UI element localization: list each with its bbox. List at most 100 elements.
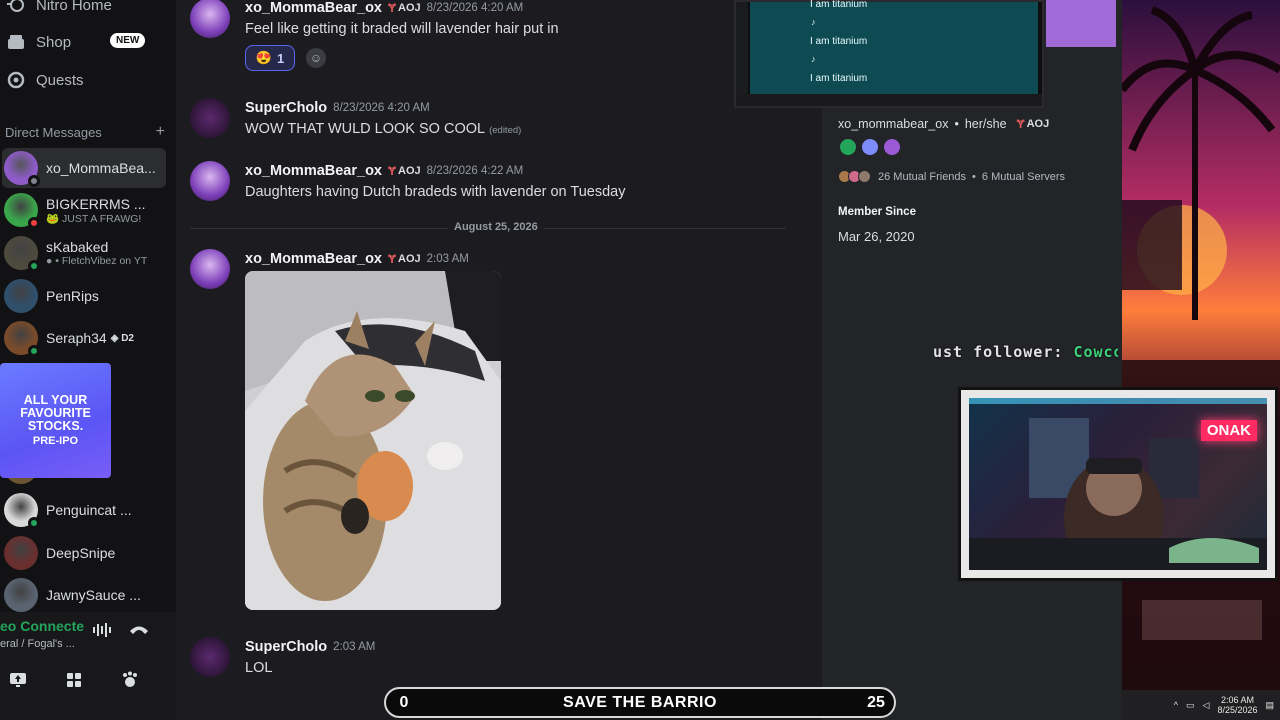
cat-photo: [245, 271, 501, 610]
nav-nitro-home[interactable]: Nitro Home: [0, 0, 170, 20]
status-indicator: [28, 345, 40, 357]
dm-name: sKabaked: [46, 239, 109, 255]
reaction-heart-eyes[interactable]: 😍 1: [245, 45, 295, 71]
dm-item[interactable]: JawnySauce ...: [2, 575, 166, 615]
chevron-up-icon[interactable]: ^: [1174, 700, 1178, 710]
windows-taskbar: ^ ▭ ◁ 2:06 AM 8/25/2026 ▤: [1122, 690, 1280, 720]
lyrics-screen-overlay: I am titanium ♪ I am titanium ♪ I am tit…: [734, 0, 1044, 108]
dm-sidebar: Nitro Home Shop NEW Quests Direct Messag…: [0, 0, 176, 720]
tag-icon: Ɏ: [388, 1, 397, 15]
shop-icon: [6, 32, 26, 52]
lyric-line: I am titanium: [810, 0, 868, 10]
message-header: xo_MommaBear_ox Ɏ AOJ 8/23/2026 4:20 AM: [245, 0, 523, 16]
network-icon[interactable]: ▭: [1186, 700, 1195, 711]
taskbar-clock[interactable]: 2:06 AM 8/25/2026: [1217, 695, 1257, 715]
ad-text: PRE-IPO: [32, 435, 79, 447]
avatar: [4, 493, 40, 529]
webcam-feed: ONAK: [969, 398, 1267, 578]
server-tag[interactable]: Ɏ AOJ: [388, 252, 421, 266]
member-since-date: Mar 26, 2020: [838, 229, 915, 244]
hashtag-badge-icon[interactable]: [840, 139, 856, 155]
avatar[interactable]: [190, 0, 230, 38]
avatar[interactable]: [190, 249, 230, 289]
add-dm-icon[interactable]: +: [156, 124, 165, 140]
author-name[interactable]: xo_MommaBear_ox: [245, 251, 382, 267]
left-score: 0: [399, 693, 409, 711]
notification-icon[interactable]: ▤: [1265, 700, 1274, 711]
lyrics-panel: I am titanium ♪ I am titanium ♪ I am tit…: [750, 0, 1038, 94]
server-tag[interactable]: Ɏ AOJ: [1017, 117, 1050, 131]
nav-shop[interactable]: Shop NEW: [0, 27, 170, 57]
message-header: SuperCholo 2:03 AM: [245, 639, 375, 655]
disconnect-icon[interactable]: [128, 622, 150, 641]
dm-text: sKabaked ● • FletchVibez on YT: [46, 239, 147, 267]
author-name[interactable]: SuperCholo: [245, 100, 327, 116]
palm-sunset-image: [1122, 6, 1280, 690]
dm-header-label: Direct Messages: [5, 125, 102, 140]
nav-label: Quests: [36, 71, 84, 89]
dm-item[interactable]: Seraph34 ◈ D2: [2, 318, 166, 358]
message-text: Daughters having Dutch bradeds with lave…: [245, 184, 626, 200]
heart-eyes-emoji-icon: 😍: [255, 50, 272, 65]
nitro-badge-icon[interactable]: [862, 139, 878, 155]
tag-label: AOJ: [1026, 118, 1050, 130]
nav-quests[interactable]: Quests: [0, 65, 170, 95]
tag-icon: Ɏ: [388, 164, 397, 178]
screen-share-button[interactable]: [0, 664, 36, 696]
screen: Nitro Home Shop NEW Quests Direct Messag…: [0, 0, 1280, 720]
mini-sidebar: [736, 2, 748, 94]
voice-waveform-icon[interactable]: [92, 622, 114, 643]
author-name[interactable]: xo_MommaBear_ox: [245, 0, 382, 16]
mutuals-row[interactable]: 26 Mutual Friends • 6 Mutual Servers: [838, 170, 1065, 183]
dm-item[interactable]: BIGKERRMS ... 🐸 JUST A FRAWG!: [2, 190, 166, 230]
activities-button[interactable]: [56, 664, 92, 696]
timestamp: 2:03 AM: [426, 253, 469, 265]
voice-panel: eo Connecte eral / Fogal's ...: [0, 612, 176, 720]
tag-label: AOJ: [398, 2, 421, 14]
add-reaction-icon[interactable]: ☺: [306, 48, 326, 68]
timestamp: 8/23/2026 4:20 AM: [333, 102, 430, 114]
ad-text: STOCKS.: [27, 419, 84, 433]
avatar: [4, 236, 40, 272]
volume-icon[interactable]: ◁: [1203, 700, 1210, 711]
dm-item[interactable]: xo_MommaBea...: [2, 148, 166, 188]
image-attachment[interactable]: [245, 271, 501, 610]
author-name[interactable]: SuperCholo: [245, 639, 327, 655]
dm-item[interactable]: Penguincat ...: [2, 490, 166, 530]
boost-badge-icon[interactable]: [884, 139, 900, 155]
dm-status-text: 🐸 JUST A FRAWG!: [46, 212, 142, 225]
follower-name: CowcoVake: [1073, 343, 1118, 361]
dm-name: xo_MommaBea...: [46, 160, 156, 176]
mutual-friends[interactable]: 26 Mutual Friends: [878, 171, 966, 183]
avatar[interactable]: [190, 637, 230, 677]
status-indicator: [28, 517, 40, 529]
timestamp: 8/23/2026 4:22 AM: [426, 165, 524, 177]
message-header: SuperCholo 8/23/2026 4:20 AM: [245, 100, 430, 116]
dm-text: Penguincat ...: [46, 502, 132, 518]
dm-item[interactable]: DeepSnipe: [2, 533, 166, 573]
author-name[interactable]: xo_MommaBear_ox: [245, 163, 382, 179]
tag-icon: Ɏ: [1016, 117, 1025, 131]
wallpaper-art: [1122, 0, 1280, 690]
edited-marker: (edited): [489, 125, 522, 136]
soundboard-button[interactable]: [112, 664, 148, 696]
nav-label: Nitro Home: [36, 0, 112, 14]
lyric-line: I am titanium: [810, 36, 868, 47]
stocks-ad[interactable]: ALL YOUR FAVOURITE STOCKS. PRE-IPO: [0, 363, 111, 478]
dm-header: Direct Messages +: [5, 124, 165, 141]
dm-item[interactable]: sKabaked ● • FletchVibez on YT: [2, 233, 166, 273]
score-banner: 0 SAVE THE BARRIO 25: [384, 687, 896, 718]
webcam-overlay: ONAK: [958, 387, 1278, 581]
message-header: xo_MommaBear_ox Ɏ AOJ 8/23/2026 4:22 AM: [245, 163, 523, 179]
avatar[interactable]: [190, 98, 230, 138]
avatar[interactable]: [190, 161, 230, 201]
tag-label: AOJ: [398, 253, 421, 265]
avatar: [4, 151, 40, 187]
message-body: WOW THAT WULD LOOK SO COOL: [245, 121, 486, 137]
purple-block: [1046, 0, 1116, 47]
server-tag[interactable]: Ɏ AOJ: [388, 1, 421, 15]
mutual-servers[interactable]: 6 Mutual Servers: [982, 171, 1065, 183]
dm-item[interactable]: PenRips: [2, 276, 166, 316]
voice-channel[interactable]: eral / Fogal's ...: [0, 638, 75, 650]
server-tag[interactable]: Ɏ AOJ: [388, 164, 421, 178]
